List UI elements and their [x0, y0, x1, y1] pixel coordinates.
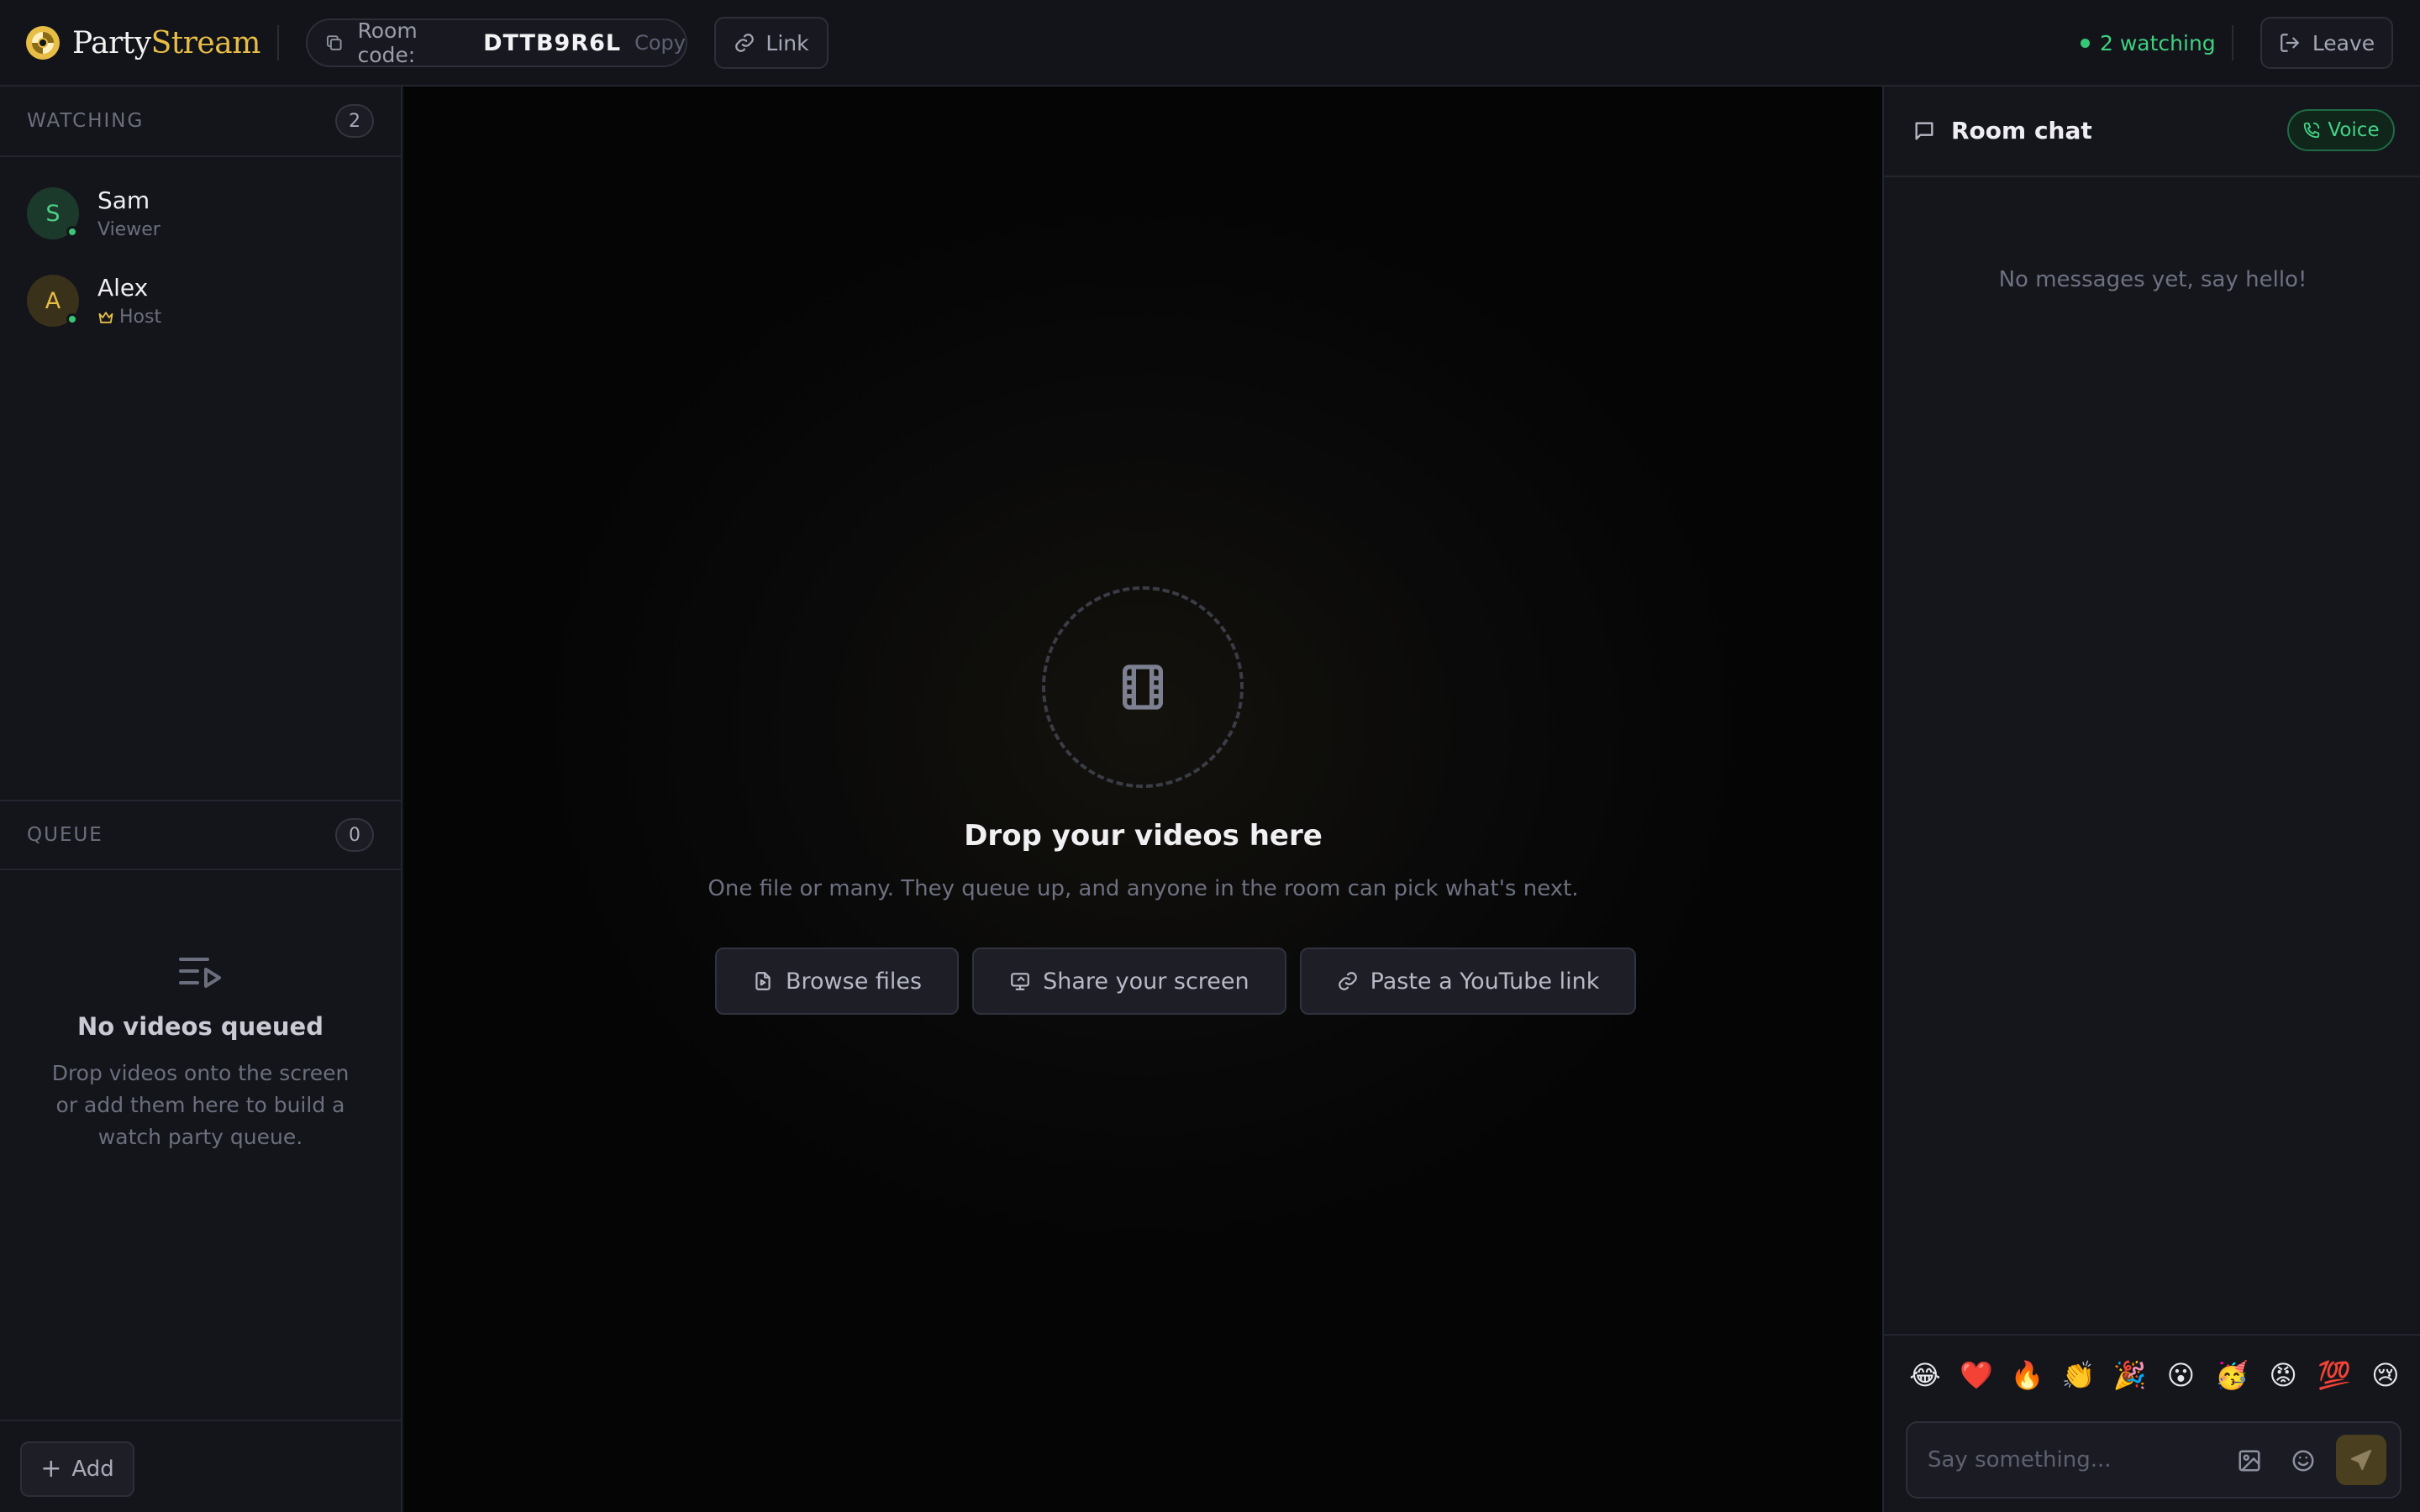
chat-empty-message: No messages yet, say hello!: [1998, 267, 2307, 292]
chat-input-box: [1906, 1421, 2402, 1499]
app-logo[interactable]: PartyStream: [25, 24, 260, 61]
app-name: PartyStream: [72, 26, 260, 60]
divider: [277, 25, 279, 60]
reaction-button[interactable]: 😢: [2368, 1357, 2403, 1393]
drop-zone[interactable]: [1042, 586, 1244, 788]
viewer-role: Viewer: [97, 219, 160, 240]
chat-title-text: Room chat: [1951, 117, 2092, 144]
link-button[interactable]: Link: [714, 17, 829, 69]
chat-bubble-icon: [1915, 122, 1933, 139]
sidebar-footer: + Add: [0, 1420, 401, 1512]
share-screen-label: Share your screen: [1043, 968, 1249, 995]
avatar-initial: A: [45, 287, 61, 314]
video-stage[interactable]: Drop your videos here One file or many. …: [404, 87, 1882, 1512]
queue-empty-state: No videos queued Drop videos onto the sc…: [0, 952, 401, 1153]
copy-icon: [326, 35, 342, 50]
reaction-button[interactable]: 👏: [2061, 1357, 2096, 1393]
voice-button[interactable]: Voice: [2287, 109, 2395, 151]
drop-subtitle: One file or many. They queue up, and any…: [708, 876, 1579, 901]
plus-icon: +: [40, 1454, 62, 1483]
online-indicator-icon: [66, 313, 78, 325]
chat-header: Room chat Voice: [1884, 87, 2420, 177]
chat-panel: Room chat Voice No messages yet, say hel…: [1882, 87, 2420, 1512]
drop-title: Drop your videos here: [964, 819, 1323, 853]
reaction-button[interactable]: ❤️: [1959, 1357, 1994, 1393]
room-code-pill[interactable]: Room code: DTTB9R6L Copy: [306, 18, 687, 67]
share-screen-button[interactable]: Share your screen: [972, 948, 1286, 1015]
crown-icon: [98, 311, 113, 323]
browse-files-label: Browse files: [786, 968, 923, 995]
avatar: A: [27, 275, 79, 327]
paste-youtube-link-button[interactable]: Paste a YouTube link: [1299, 948, 1637, 1015]
divider: [2232, 25, 2233, 60]
queue-header: QUEUE 0: [0, 800, 401, 870]
viewer-role-label: Viewer: [97, 219, 160, 240]
watching-count-badge: 2: [335, 104, 374, 138]
queue-count-badge: 0: [335, 818, 374, 852]
file-icon: [755, 972, 771, 990]
leave-button[interactable]: Leave: [2260, 17, 2393, 69]
queue-empty-description: Drop videos onto the screen or add them …: [51, 1061, 350, 1149]
browse-files-button[interactable]: Browse files: [715, 948, 960, 1015]
queue-title: QUEUE: [27, 824, 103, 846]
chat-message-input[interactable]: [1928, 1423, 2230, 1497]
viewer-role-label: Host: [119, 307, 162, 328]
avatar: S: [27, 187, 79, 239]
link-button-label: Link: [765, 30, 809, 55]
app-name-part2: Stream: [150, 25, 261, 60]
image-icon[interactable]: [2237, 1448, 2262, 1473]
top-bar: PartyStream Room code: DTTB9R6L Copy Lin…: [0, 0, 2420, 87]
reaction-button[interactable]: 🥳: [2214, 1357, 2249, 1393]
viewer-item[interactable]: A Alex Host: [27, 273, 380, 328]
reaction-button[interactable]: 😡: [2265, 1357, 2301, 1393]
viewer-name: Sam: [97, 186, 150, 214]
send-icon: [2350, 1449, 2372, 1471]
link-icon: [1338, 972, 1357, 990]
reaction-button[interactable]: 😂: [1907, 1357, 1943, 1393]
queue-empty-title: No videos queued: [77, 1012, 324, 1041]
playlist-icon: [178, 958, 221, 988]
sidebar: WATCHING 2 S Sam Viewer A Alex Host QUEU…: [0, 87, 402, 1512]
logout-icon: [2280, 34, 2299, 52]
screen-icon: [1011, 973, 1029, 990]
watching-count-text: 2 watching: [2100, 30, 2216, 55]
leave-button-label: Leave: [2312, 30, 2375, 55]
reaction-button[interactable]: 🔥: [2010, 1357, 2045, 1393]
watching-title: WATCHING: [27, 110, 145, 132]
online-dot-icon: [2081, 38, 2090, 48]
link-icon: [735, 34, 755, 52]
room-code-label: Room code:: [357, 18, 418, 67]
app-name-part1: Party: [72, 25, 151, 60]
viewer-item[interactable]: S Sam Viewer: [27, 186, 380, 241]
emoji-icon[interactable]: [2291, 1448, 2316, 1473]
add-button-label: Add: [71, 1457, 114, 1482]
add-button[interactable]: + Add: [20, 1441, 134, 1497]
chat-composer-area: 😂 ❤️ 🔥 👏 🎉 😮 🥳 😡 💯 😢: [1884, 1334, 2420, 1512]
phone-icon: [2304, 122, 2320, 139]
viewer-role: Host: [97, 307, 161, 328]
reaction-bar: 😂 ❤️ 🔥 👏 🎉 😮 🥳 😡 💯 😢: [1907, 1357, 2403, 1393]
viewer-name: Alex: [97, 274, 149, 302]
reaction-button[interactable]: 💯: [2317, 1357, 2352, 1393]
online-indicator-icon: [66, 226, 78, 238]
film-icon: [1123, 664, 1163, 710]
room-code-value: DTTB9R6L: [483, 29, 622, 56]
copy-button[interactable]: Copy: [634, 31, 686, 55]
paste-youtube-link-label: Paste a YouTube link: [1370, 968, 1600, 995]
send-button[interactable]: [2336, 1435, 2386, 1485]
logo-icon: [26, 26, 60, 60]
action-row: Browse files Share your screen Paste a Y…: [715, 948, 1637, 1015]
reaction-button[interactable]: 😮: [2163, 1357, 2198, 1393]
voice-button-label: Voice: [2328, 119, 2380, 141]
avatar-initial: S: [45, 200, 60, 227]
chat-title: Room chat: [1912, 117, 2092, 144]
watching-status: 2 watching: [2081, 29, 2216, 57]
reaction-button[interactable]: 🎉: [2112, 1357, 2148, 1393]
watching-header: WATCHING 2: [0, 87, 401, 157]
